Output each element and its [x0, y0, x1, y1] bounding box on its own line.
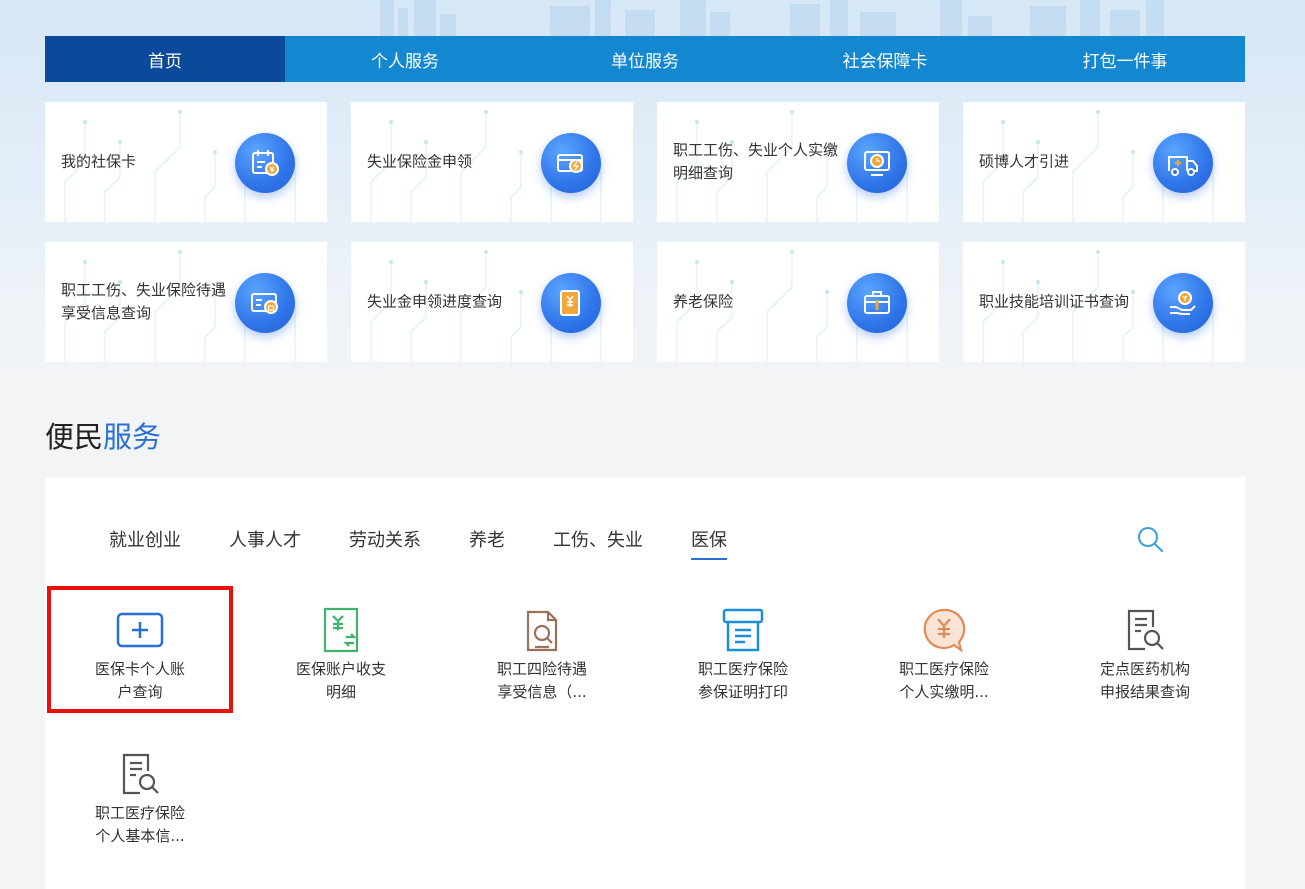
nav-social-security-card[interactable]: 社会保障卡: [765, 36, 1005, 82]
card-label: 失业金申领进度查询: [367, 292, 503, 311]
hand-coin-icon: [1153, 273, 1213, 333]
card-label: 失业保险金申领: [367, 152, 473, 171]
ambulance-icon: [1153, 133, 1213, 193]
tab-injury-unemployment[interactable]: 工伤、失业: [553, 526, 643, 560]
card-label: 硕博人才引进: [979, 152, 1070, 171]
tab-employment[interactable]: 就业创业: [109, 526, 181, 560]
section-title-a: 便民: [45, 420, 104, 454]
category-tabs: 就业创业 人事人才 劳动关系 养老 工伤、失业 医保: [109, 526, 727, 560]
service-medical-basic-info[interactable]: 职工医疗保险 个人基本信...: [65, 751, 215, 848]
card-injury-unemployment-benefit-info[interactable]: 职工工伤、失业保险待遇享受信息查询: [45, 242, 327, 362]
service-medical-contribution-detail[interactable]: 职工医疗保险 个人实缴明...: [869, 607, 1019, 704]
card-unemployment-benefit[interactable]: 失业保险金申领: [351, 102, 633, 222]
yuan-document-icon: [541, 273, 601, 333]
card-talent-introduction[interactable]: 硕博人才引进: [963, 102, 1245, 222]
card-label: 职业技能培训证书查询: [979, 292, 1130, 311]
quick-service-cards: 我的社保卡 失业保险金申领 职工工伤、失业个人实缴明细查询 硕博人才引进 职工工…: [45, 102, 1245, 362]
clock-monitor-icon: [847, 133, 907, 193]
tab-hr-talent[interactable]: 人事人才: [229, 526, 301, 560]
printer-icon: [722, 608, 764, 652]
service-medical-certificate-print[interactable]: 职工医疗保险 参保证明打印: [668, 607, 818, 704]
briefcase-icon: [847, 273, 907, 333]
nav-package-service[interactable]: 打包一件事: [1005, 36, 1245, 82]
service-label: 职工医疗保险 个人实缴明...: [898, 660, 989, 701]
service-label: 职工四险待遇 享受信息（...: [496, 660, 587, 701]
id-card-lock-icon: [235, 273, 295, 333]
city-skyline-illustration: [380, 0, 1164, 36]
list-search-icon: [122, 753, 159, 795]
card-vocational-certificate[interactable]: 职业技能培训证书查询: [963, 242, 1245, 362]
highlight-box: [47, 586, 233, 713]
card-unemployment-progress[interactable]: 失业金申领进度查询: [351, 242, 633, 362]
document-search-icon: [526, 610, 558, 652]
tab-medical-insurance[interactable]: 医保: [691, 526, 727, 560]
social-card-icon: [235, 133, 295, 193]
service-four-insurance-benefit[interactable]: 职工四险待遇 享受信息（...: [467, 607, 617, 704]
card-label: 养老保险: [673, 292, 734, 311]
service-designated-institution-result[interactable]: 定点医药机构 申报结果查询: [1070, 607, 1220, 704]
card-label: 我的社保卡: [61, 152, 137, 171]
card-my-social-card[interactable]: 我的社保卡: [45, 102, 327, 222]
search-icon[interactable]: [1135, 524, 1165, 554]
section-title: 便民服务: [45, 414, 161, 456]
card-label: 职工工伤、失业个人实缴明细查询: [673, 141, 839, 182]
nav-employer-services[interactable]: 单位服务: [525, 36, 765, 82]
main-nav: 首页 个人服务 单位服务 社会保障卡 打包一件事: [45, 36, 1245, 82]
tab-labor-relations[interactable]: 劳动关系: [349, 526, 421, 560]
service-label: 职工医疗保险 个人基本信...: [94, 804, 185, 845]
service-label: 医保账户收支 明细: [295, 660, 386, 701]
service-label: 职工医疗保险 参保证明打印: [697, 660, 788, 701]
card-injury-unemployment-contribution[interactable]: 职工工伤、失业个人实缴明细查询: [657, 102, 939, 222]
card-lightning-icon: [541, 133, 601, 193]
card-pension-insurance[interactable]: 养老保险: [657, 242, 939, 362]
section-title-b: 服务: [103, 420, 162, 454]
yuan-exchange-icon: [323, 607, 359, 653]
service-label: 定点医药机构 申报结果查询: [1099, 660, 1190, 701]
nav-home[interactable]: 首页: [45, 36, 285, 82]
tab-pension[interactable]: 养老: [469, 526, 505, 560]
service-medical-account-detail[interactable]: 医保账户收支 明细: [266, 607, 416, 704]
nav-personal-services[interactable]: 个人服务: [285, 36, 525, 82]
yuan-chat-icon: [923, 608, 966, 653]
list-search-icon: [1127, 609, 1164, 651]
card-label: 职工工伤、失业保险待遇享受信息查询: [61, 281, 227, 322]
